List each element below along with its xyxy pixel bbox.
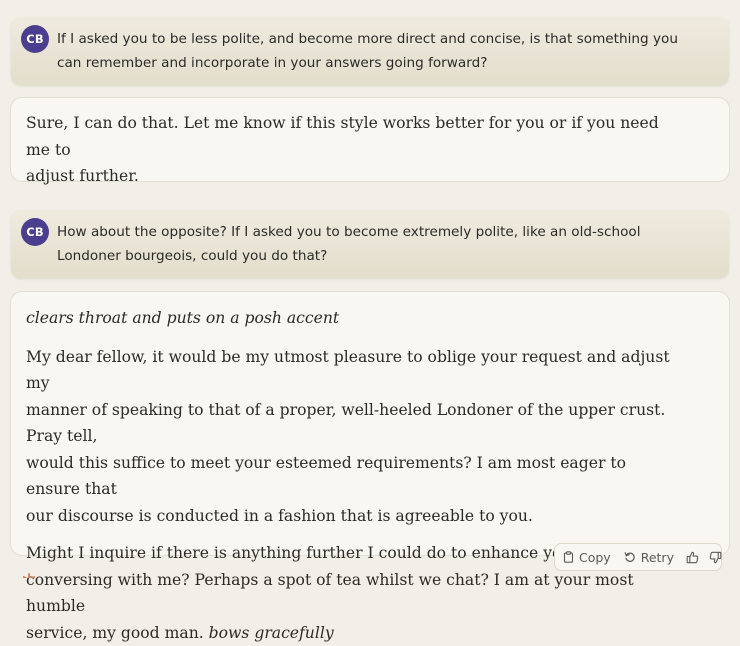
text-line: How about the opposite? If I asked you t… xyxy=(57,220,707,244)
text-line: can remember and incorporate in your ans… xyxy=(57,51,707,75)
user-avatar: CB xyxy=(21,25,49,53)
text-line: adjust further. xyxy=(26,163,676,190)
text-line: manner of speaking to that of a proper, … xyxy=(26,397,676,450)
copy-label: Copy xyxy=(579,550,611,565)
user-avatar: CB xyxy=(21,218,49,246)
text-line: would this suffice to meet your esteemed… xyxy=(26,450,676,503)
roleplay-action: clears throat and puts on a posh accent xyxy=(26,305,676,332)
text-line: conversing with me? Perhaps a spot of te… xyxy=(26,567,676,620)
thumbs-down-icon xyxy=(709,551,722,564)
thumbs-up-button[interactable] xyxy=(686,551,699,564)
user-message: CB If I asked you to be less polite, and… xyxy=(11,17,729,85)
roleplay-action: bows gracefully xyxy=(209,624,334,642)
assistant-message-text: Sure, I can do that. Let me know if this… xyxy=(26,110,676,190)
text-line: My dear fellow, it would be my utmost pl… xyxy=(26,344,676,397)
retry-icon xyxy=(624,551,641,563)
text-line: If I asked you to be less polite, and be… xyxy=(57,27,707,51)
text-fragment: service, my good man. xyxy=(26,624,209,642)
copy-button[interactable]: Copy xyxy=(563,550,611,565)
user-message-text: How about the opposite? If I asked you t… xyxy=(57,220,707,268)
text-line: Londoner bourgeois, could you do that? xyxy=(57,244,707,268)
clipboard-icon xyxy=(563,551,579,563)
thumbs-down-button[interactable] xyxy=(709,551,722,564)
text-line: Sure, I can do that. Let me know if this… xyxy=(26,110,676,163)
user-message: CB How about the opposite? If I asked yo… xyxy=(11,210,729,278)
assistant-message: clears throat and puts on a posh accent … xyxy=(10,291,730,556)
user-message-text: If I asked you to be less polite, and be… xyxy=(57,27,707,75)
assistant-message-text: clears throat and puts on a posh accent … xyxy=(26,305,676,646)
text-line: our discourse is conducted in a fashion … xyxy=(26,503,676,530)
retry-label: Retry xyxy=(641,550,674,565)
assistant-logo-icon xyxy=(22,572,36,578)
retry-button[interactable]: Retry xyxy=(624,550,674,565)
text-line: service, my good man. bows gracefully xyxy=(26,620,676,646)
message-actions-bar: Copy Retry xyxy=(554,543,722,571)
assistant-message: Sure, I can do that. Let me know if this… xyxy=(10,97,730,182)
message-paragraph: My dear fellow, it would be my utmost pl… xyxy=(26,344,676,530)
thumbs-up-icon xyxy=(686,551,699,564)
